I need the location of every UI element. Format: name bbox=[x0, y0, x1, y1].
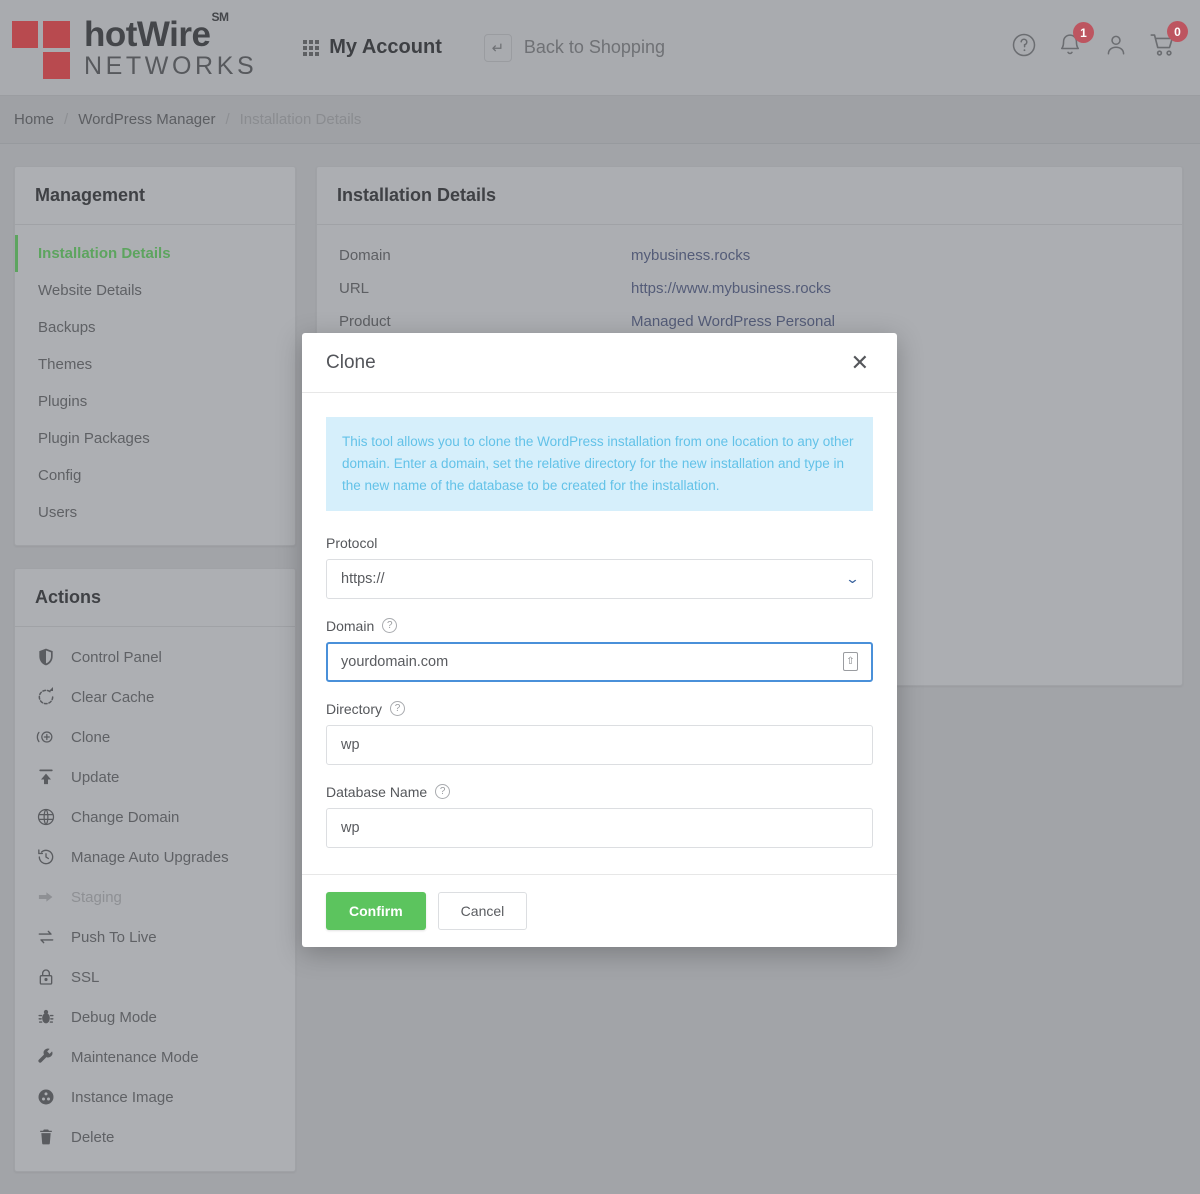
modal-footer: Confirm Cancel bbox=[302, 874, 897, 947]
question-circle-icon[interactable]: ? bbox=[435, 784, 450, 799]
domain-input[interactable]: yourdomain.com ⇧ bbox=[326, 642, 873, 682]
chevron-down-icon: ⌄ bbox=[845, 571, 860, 587]
question-circle-icon[interactable]: ? bbox=[382, 618, 397, 633]
clone-modal: Clone ✕ This tool allows you to clone th… bbox=[302, 333, 897, 947]
field-directory: Directory ? wp bbox=[326, 701, 873, 765]
directory-input[interactable]: wp bbox=[326, 725, 873, 765]
directory-label-row: Directory ? bbox=[326, 701, 873, 717]
close-icon[interactable]: ✕ bbox=[847, 350, 873, 376]
question-circle-icon[interactable]: ? bbox=[390, 701, 405, 716]
field-protocol: Protocol https:// ⌄ bbox=[326, 535, 873, 599]
cancel-button[interactable]: Cancel bbox=[438, 892, 528, 930]
domain-label: Domain bbox=[326, 618, 374, 634]
domain-value: yourdomain.com bbox=[341, 654, 448, 670]
directory-label: Directory bbox=[326, 701, 382, 717]
database-name-input[interactable]: wp bbox=[326, 808, 873, 848]
modal-body: This tool allows you to clone the WordPr… bbox=[302, 393, 897, 874]
domain-label-row: Domain ? bbox=[326, 618, 873, 634]
protocol-label-row: Protocol bbox=[326, 535, 873, 551]
directory-value: wp bbox=[341, 737, 360, 753]
confirm-button[interactable]: Confirm bbox=[326, 892, 426, 930]
modal-header: Clone ✕ bbox=[302, 333, 897, 393]
modal-title: Clone bbox=[326, 352, 376, 374]
protocol-value: https:// bbox=[341, 571, 385, 587]
field-domain: Domain ? yourdomain.com ⇧ bbox=[326, 618, 873, 682]
database-name-label-row: Database Name ? bbox=[326, 784, 873, 800]
protocol-select[interactable]: https:// ⌄ bbox=[326, 559, 873, 599]
database-name-value: wp bbox=[341, 820, 360, 836]
save-credential-icon[interactable]: ⇧ bbox=[843, 652, 858, 671]
info-message: This tool allows you to clone the WordPr… bbox=[326, 417, 873, 511]
database-name-label: Database Name bbox=[326, 784, 427, 800]
protocol-label: Protocol bbox=[326, 535, 377, 551]
field-database-name: Database Name ? wp bbox=[326, 784, 873, 848]
